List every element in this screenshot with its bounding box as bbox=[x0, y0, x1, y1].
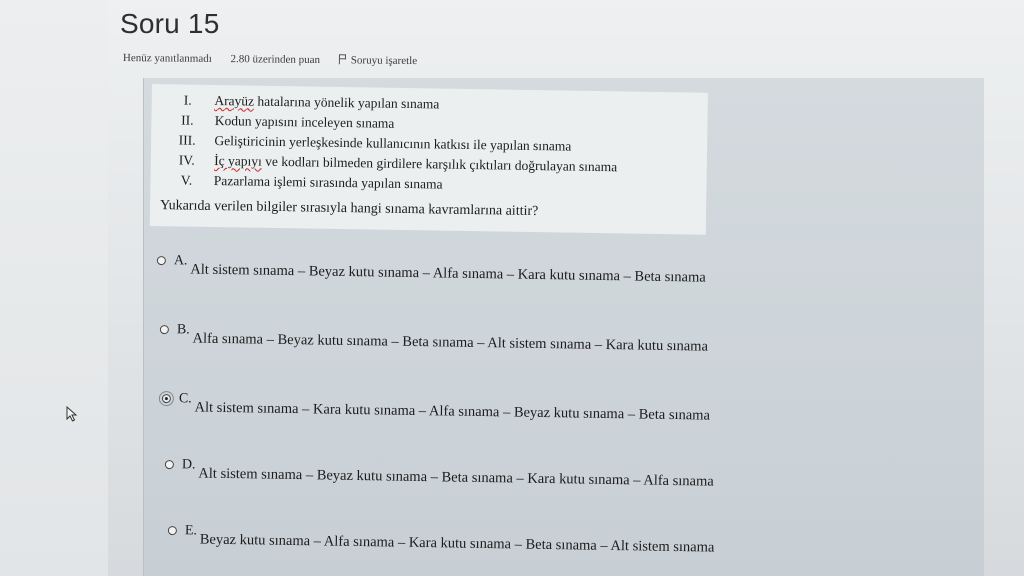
statement-text: ve kodları bilmeden girdilere karşılık ç… bbox=[265, 153, 618, 175]
radio-button[interactable] bbox=[159, 324, 169, 335]
radio-button[interactable] bbox=[156, 255, 166, 266]
radio-button[interactable] bbox=[167, 525, 177, 536]
statement-numeral: I. bbox=[183, 92, 192, 108]
spellcheck-word: İç yapıyı bbox=[214, 152, 262, 169]
spellcheck-word: Arayüz bbox=[214, 92, 255, 109]
option-letter: A. bbox=[173, 253, 188, 269]
statement-numeral: II. bbox=[181, 112, 194, 128]
question-title: Soru 15 bbox=[120, 8, 220, 39]
option-letter: C. bbox=[178, 391, 192, 407]
flag-question-button[interactable]: Soruyu işaretle bbox=[339, 54, 433, 67]
question-prompt: Yukarıda verilen bilgiler sırasıyla hang… bbox=[159, 198, 539, 220]
mouse-pointer-icon bbox=[66, 406, 78, 422]
left-margin bbox=[0, 0, 108, 576]
statement-text: Kodun yapısını inceleyen sınama bbox=[214, 112, 395, 131]
option-letter: B. bbox=[176, 322, 190, 338]
points-info: 2.80 üzerinden puan bbox=[230, 53, 321, 67]
answer-status: Henüz yanıtlanmadı bbox=[122, 52, 212, 65]
option-text: Alfa sınama – Beyaz kutu sınama – Beta s… bbox=[192, 330, 709, 355]
option-text: Beyaz kutu sınama – Alfa sınama – Kara k… bbox=[199, 531, 715, 556]
option-text: Alt sistem sınama – Beyaz kutu sınama – … bbox=[198, 465, 714, 490]
flag-question-label: Soruyu işaretle bbox=[350, 54, 418, 68]
flag-icon bbox=[339, 54, 347, 64]
statement-text: Pazarlama işlemi sırasında yapılan sınam… bbox=[213, 172, 443, 192]
radio-button-selected[interactable] bbox=[158, 390, 174, 407]
option-letter: D. bbox=[181, 457, 196, 473]
statement-text: Geliştiricinin yerleşkesinde kullanıcını… bbox=[214, 132, 572, 154]
statement-text: hatalarına yönelik yapılan sınama bbox=[257, 93, 440, 112]
statement-numeral: IV. bbox=[178, 152, 195, 168]
statement-numeral: III. bbox=[178, 132, 196, 148]
radio-button[interactable] bbox=[164, 459, 174, 470]
statement-list: I. Arayüz hatalarına yönelik yapılan sın… bbox=[162, 90, 618, 197]
question-statement-box: I. Arayüz hatalarına yönelik yapılan sın… bbox=[149, 84, 708, 235]
option-letter: E. bbox=[184, 523, 198, 539]
statement-numeral: V. bbox=[180, 172, 193, 188]
option-text: Alt sistem sınama – Kara kutu sınama – A… bbox=[194, 399, 711, 424]
option-text: Alt sistem sınama – Beyaz kutu sınama – … bbox=[190, 261, 706, 286]
